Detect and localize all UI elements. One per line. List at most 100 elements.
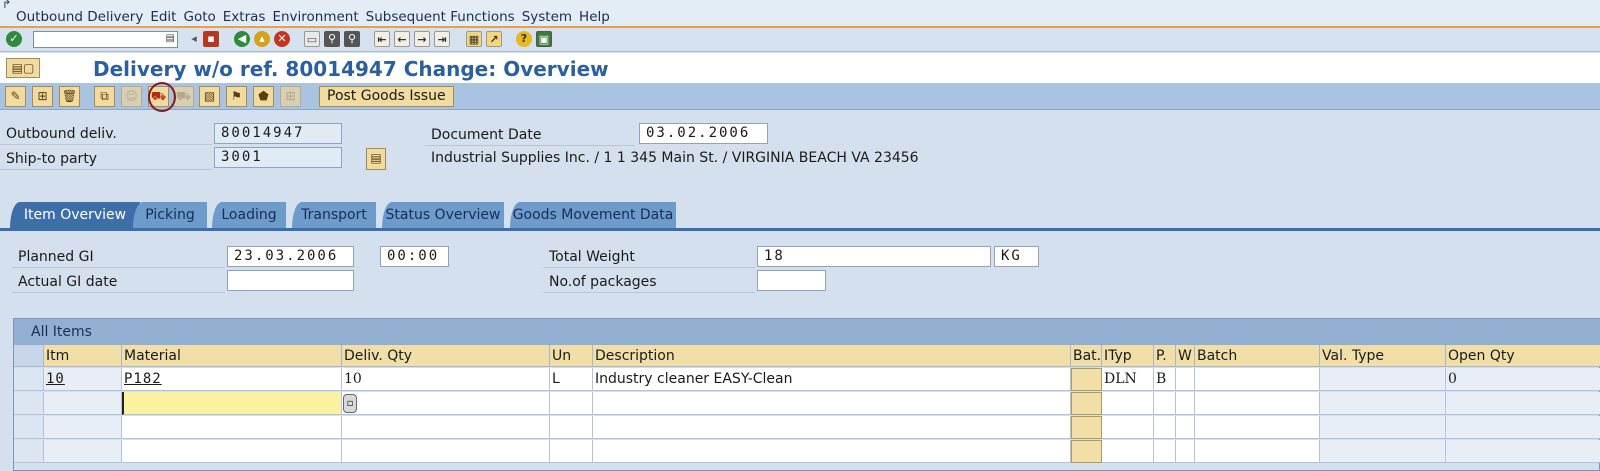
column-header-itm[interactable]: Itm <box>44 345 122 367</box>
tab-goods-movement-data[interactable]: Goods Movement Data <box>510 202 676 228</box>
cell-ityp[interactable] <box>1102 392 1154 415</box>
tab-transport[interactable]: Transport <box>292 202 376 228</box>
tab-item-overview[interactable]: Item Overview <box>10 202 140 228</box>
tab-loading[interactable]: Loading <box>212 202 286 228</box>
batch-split-icon[interactable]: ⬟ <box>253 86 274 107</box>
cell-material[interactable]: P182 <box>122 368 342 391</box>
back-icon[interactable]: ◀ <box>234 31 250 47</box>
menu-item-subsequent-functions[interactable]: Subsequent Functions <box>366 9 515 25</box>
select-all-rows-button[interactable] <box>14 345 44 367</box>
cell-val-type[interactable] <box>1320 392 1446 415</box>
first-page-icon[interactable]: ⇤ <box>374 31 390 47</box>
copy-icon[interactable]: ⧉ <box>94 86 115 107</box>
column-header-w[interactable]: W <box>1176 345 1195 367</box>
cell-itm[interactable]: 10 <box>44 368 122 391</box>
cell-bat[interactable] <box>1071 368 1102 391</box>
address-details-icon[interactable]: ▤ <box>366 148 386 170</box>
cell-ityp[interactable]: DLN <box>1102 368 1154 391</box>
cell-p[interactable] <box>1154 416 1176 439</box>
save-icon[interactable]: ▪ <box>203 31 219 47</box>
column-header-bat[interactable]: Bat. <box>1071 345 1102 367</box>
last-page-icon[interactable]: ⇥ <box>434 31 450 47</box>
create-icon[interactable]: ⊞ <box>32 86 53 107</box>
cell-batch[interactable] <box>1195 368 1320 391</box>
edit-icon[interactable]: ✎ <box>5 86 26 107</box>
cell-un[interactable]: L <box>550 368 593 391</box>
command-field-dropdown-icon[interactable]: ▤ <box>166 33 175 44</box>
tab-status-overview[interactable]: Status Overview <box>382 202 504 228</box>
help-icon[interactable]: ? <box>516 31 532 47</box>
row-selector[interactable] <box>14 392 44 415</box>
weight-unit-field[interactable]: KG <box>994 246 1039 267</box>
cell-p[interactable]: B <box>1154 368 1176 391</box>
cell-material[interactable] <box>122 392 342 415</box>
cell-un[interactable] <box>550 440 593 463</box>
row-selector[interactable] <box>14 416 44 439</box>
column-header-open-qty[interactable]: Open Qty <box>1446 345 1600 367</box>
delete-icon[interactable]: 🗑 <box>59 86 80 107</box>
menu-item-environment[interactable]: Environment <box>272 9 358 25</box>
cell-material[interactable] <box>122 440 342 463</box>
cell-w[interactable] <box>1176 416 1195 439</box>
cell-description[interactable] <box>593 440 1071 463</box>
menu-item-extras[interactable]: Extras <box>223 9 266 25</box>
previous-page-icon[interactable]: ← <box>394 31 410 47</box>
column-header-description[interactable]: Description <box>593 345 1071 367</box>
cell-w[interactable] <box>1176 368 1195 391</box>
pick-icon[interactable]: ⚑ <box>226 86 247 107</box>
menu-item-help[interactable]: Help <box>579 9 610 25</box>
cell-bat[interactable] <box>1071 416 1102 439</box>
back-arrow-icon[interactable]: ◂ <box>186 31 202 47</box>
partner-icon[interactable]: ☺ <box>121 86 142 107</box>
column-header-un[interactable]: Un <box>550 345 593 367</box>
cell-itm[interactable] <box>44 440 122 463</box>
actual-gi-date-field[interactable] <box>227 270 354 291</box>
cell-p[interactable] <box>1154 440 1176 463</box>
packing-icon[interactable]: ▧ <box>199 86 220 107</box>
cancel-icon[interactable]: ✕ <box>274 31 290 47</box>
cell-batch[interactable] <box>1195 416 1320 439</box>
cell-val-type[interactable] <box>1320 368 1446 391</box>
cell-material[interactable] <box>122 416 342 439</box>
outbound-delivery-field[interactable]: 80014947 <box>214 123 342 144</box>
cell-w[interactable] <box>1176 440 1195 463</box>
exit-icon[interactable]: ▴ <box>254 31 270 47</box>
column-header-ityp[interactable]: ITyp <box>1102 345 1154 367</box>
row-selector[interactable] <box>14 368 44 391</box>
total-weight-field[interactable]: 18 <box>757 246 991 267</box>
planned-gi-date-field[interactable]: 23.03.2006 <box>227 246 354 267</box>
menu-item-system[interactable]: System <box>522 9 572 25</box>
cell-open-qty[interactable] <box>1446 440 1600 463</box>
cell-open-qty[interactable]: 0 <box>1446 368 1600 391</box>
cell-deliv-qty[interactable]: 10 <box>342 368 550 391</box>
display-change-icon[interactable]: ▤▢ <box>6 58 40 78</box>
cell-description[interactable] <box>593 392 1071 415</box>
menu-corner-icon[interactable]: ↱ <box>2 0 11 11</box>
cell-itm[interactable] <box>44 392 122 415</box>
create-session-icon[interactable]: ▦ <box>466 31 482 47</box>
cell-deliv-qty[interactable] <box>342 440 550 463</box>
cell-batch[interactable] <box>1195 392 1320 415</box>
cell-batch[interactable] <box>1195 440 1320 463</box>
planned-gi-time-field[interactable]: 00:00 <box>380 246 449 267</box>
cell-deliv-qty[interactable] <box>342 416 550 439</box>
cell-val-type[interactable] <box>1320 416 1446 439</box>
find-icon[interactable]: ⚲ <box>324 31 340 47</box>
select-all-icon[interactable]: ⊞ <box>280 86 301 107</box>
cell-bat[interactable] <box>1071 392 1102 415</box>
column-header-p[interactable]: P. <box>1154 345 1176 367</box>
cell-un[interactable] <box>550 416 593 439</box>
row-selector[interactable] <box>14 440 44 463</box>
cell-open-qty[interactable] <box>1446 416 1600 439</box>
shortcut-icon[interactable]: ↗ <box>486 31 502 47</box>
enter-icon[interactable]: ✓ <box>6 31 22 47</box>
print-icon[interactable]: ▭ <box>304 31 320 47</box>
cell-itm[interactable] <box>44 416 122 439</box>
layout-icon[interactable]: ▣ <box>536 31 552 47</box>
tab-picking[interactable]: Picking <box>133 202 207 228</box>
cell-w[interactable] <box>1176 392 1195 415</box>
ship-to-party-field[interactable]: 3001 <box>214 147 342 168</box>
cell-deliv-qty[interactable] <box>342 392 550 415</box>
column-header-deliv-qty[interactable]: Deliv. Qty <box>342 345 550 367</box>
cell-ityp[interactable] <box>1102 440 1154 463</box>
